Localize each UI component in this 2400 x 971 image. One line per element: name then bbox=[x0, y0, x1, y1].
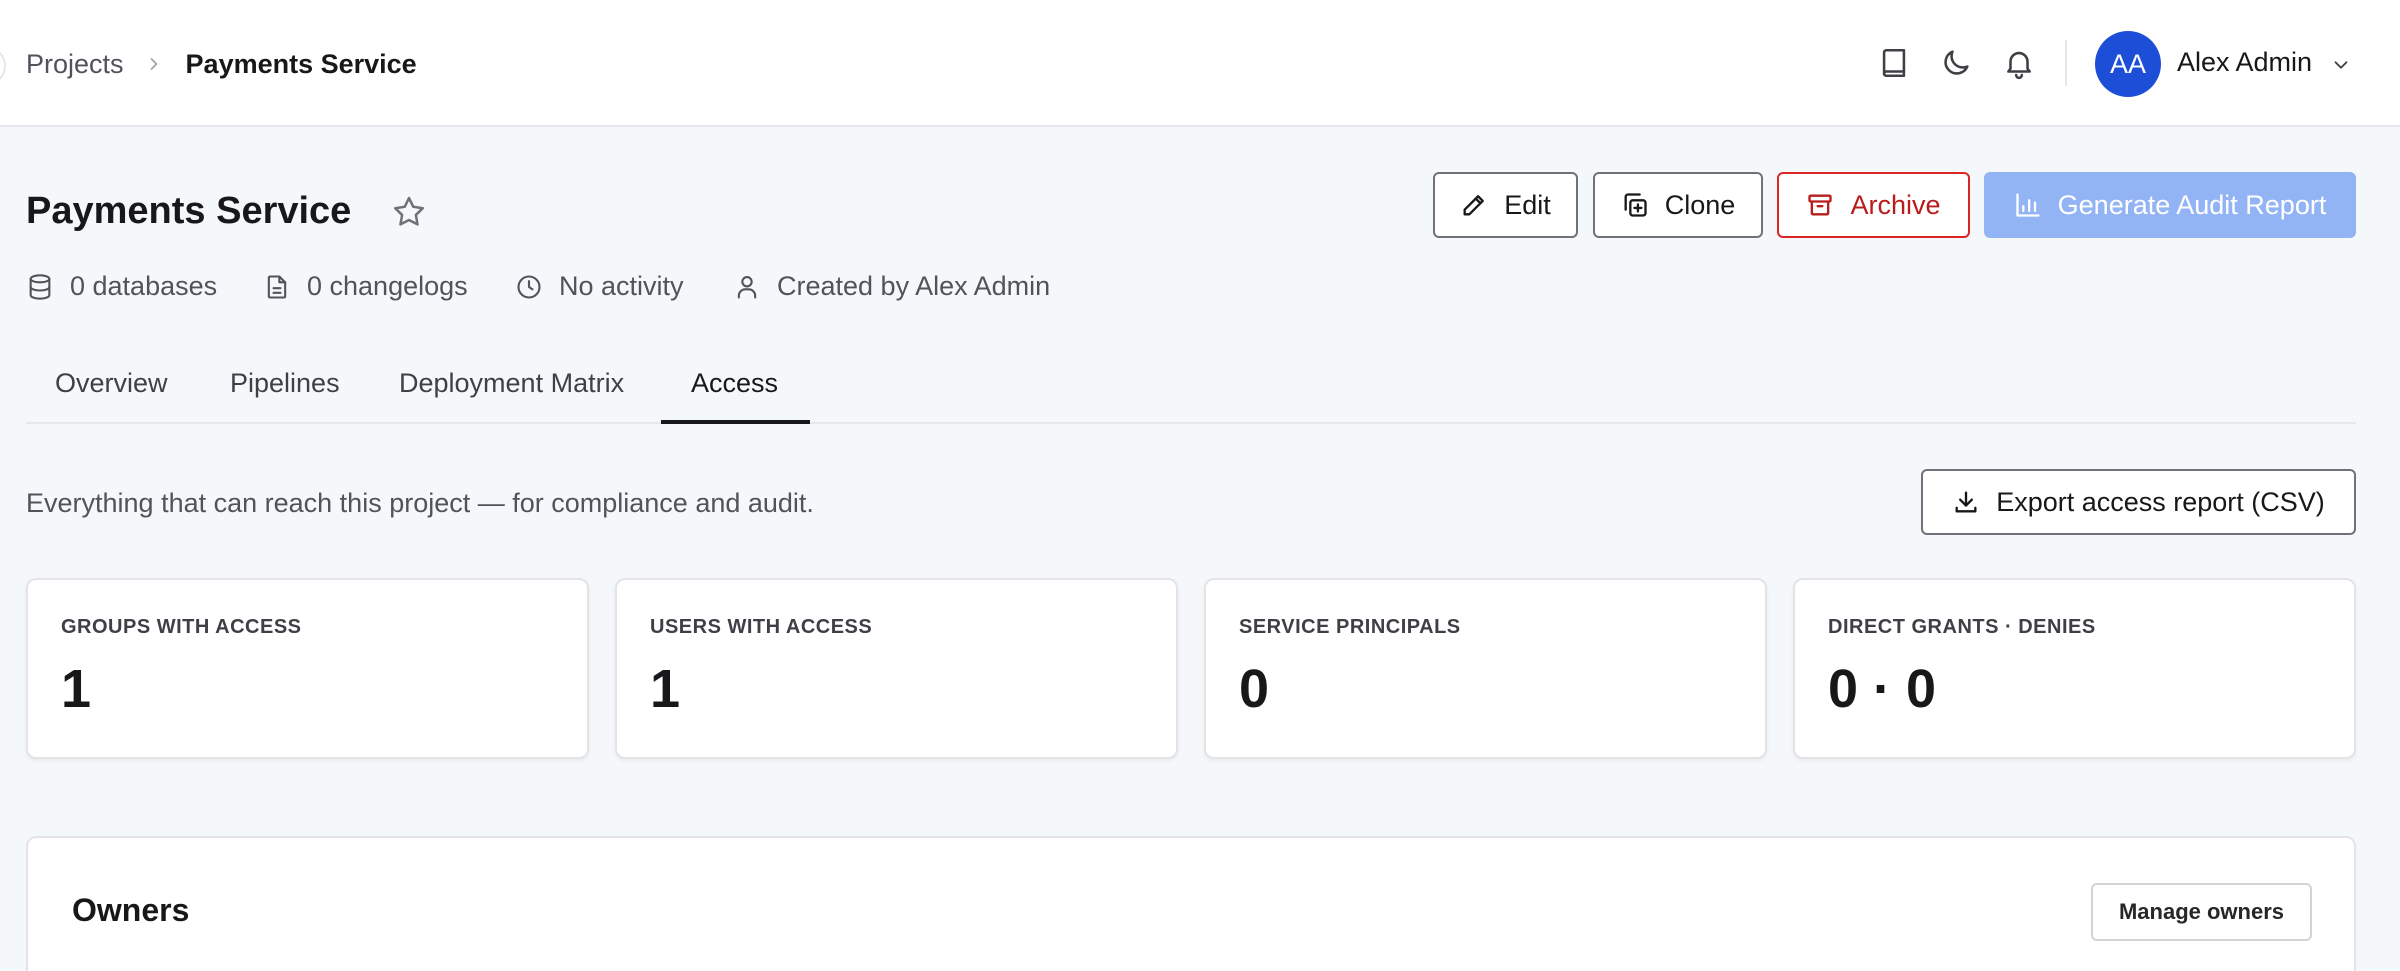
user-icon bbox=[737, 275, 757, 299]
pencil-icon bbox=[1463, 195, 1485, 216]
meta-databases: 0 databases bbox=[26, 271, 217, 302]
breadcrumb-projects-link[interactable]: Projects bbox=[26, 49, 124, 80]
stat-label: DIRECT GRANTS · DENIES bbox=[1828, 616, 2096, 638]
breadcrumb-current: Payments Service bbox=[185, 48, 417, 79]
moon-icon[interactable] bbox=[1939, 46, 1973, 80]
page-title: Payments Service bbox=[26, 190, 352, 232]
export-access-report-label: Export access report (CSV) bbox=[1996, 486, 2325, 517]
file-text-icon bbox=[267, 274, 287, 299]
star-icon[interactable] bbox=[390, 193, 428, 231]
generate-audit-report-button[interactable]: Generate Audit Report bbox=[1984, 172, 2356, 238]
stat-value: 0 · 0 bbox=[1828, 659, 1937, 719]
stat-value: 0 bbox=[1239, 659, 1270, 719]
clone-button[interactable]: Clone bbox=[1593, 172, 1763, 238]
avatar[interactable]: AA bbox=[2095, 31, 2161, 97]
tab-overview[interactable]: Overview bbox=[55, 368, 168, 399]
meta-created-by: Created by Alex Admin bbox=[733, 271, 1050, 302]
access-description: Everything that can reach this project —… bbox=[26, 488, 814, 518]
edit-button[interactable]: Edit bbox=[1433, 172, 1578, 238]
stat-card-groups: GROUPS WITH ACCESS 1 bbox=[26, 578, 589, 759]
stat-label: SERVICE PRINCIPALS bbox=[1239, 616, 1461, 638]
archive-button[interactable]: Archive bbox=[1777, 172, 1970, 238]
bar-chart-icon bbox=[2015, 193, 2040, 217]
owners-panel: Owners Manage owners bbox=[26, 836, 2356, 971]
tab-deployment-matrix[interactable]: Deployment Matrix bbox=[399, 368, 624, 399]
stat-card-direct-grants: DIRECT GRANTS · DENIES 0 · 0 bbox=[1793, 578, 2356, 759]
generate-audit-report-label: Generate Audit Report bbox=[2057, 189, 2327, 220]
clone-button-label: Clone bbox=[1664, 189, 1736, 220]
edit-button-label: Edit bbox=[1504, 189, 1551, 220]
manage-owners-button[interactable]: Manage owners bbox=[2091, 883, 2312, 941]
chevron-down-icon[interactable] bbox=[2330, 54, 2352, 76]
meta-activity: No activity bbox=[515, 271, 684, 302]
owners-title: Owners bbox=[72, 892, 190, 928]
chevron-right-icon bbox=[150, 58, 157, 70]
clock-icon bbox=[517, 274, 541, 299]
archive-button-label: Archive bbox=[1850, 189, 1941, 220]
stat-value: 1 bbox=[61, 659, 92, 719]
stat-label: GROUPS WITH ACCESS bbox=[61, 616, 302, 638]
bell-icon[interactable] bbox=[2002, 46, 2036, 80]
sidebar-toggle-handle[interactable] bbox=[0, 46, 6, 86]
database-icon bbox=[29, 273, 51, 300]
active-tab-indicator bbox=[661, 420, 810, 424]
download-icon bbox=[1955, 491, 1977, 513]
databases-count: 0 databases bbox=[70, 271, 218, 301]
stat-value: 1 bbox=[650, 659, 681, 719]
tabs-divider bbox=[26, 422, 2356, 424]
meta-changelogs: 0 changelogs bbox=[263, 271, 468, 302]
archive-icon bbox=[1808, 194, 1833, 216]
top-bar: Projects Payments Service AA Alex Admin bbox=[0, 0, 2400, 127]
copy-plus-icon bbox=[1624, 193, 1647, 217]
tab-pipelines[interactable]: Pipelines bbox=[230, 368, 340, 399]
breadcrumb: Projects Payments Service bbox=[26, 44, 417, 84]
created-by: Created by Alex Admin bbox=[777, 271, 1051, 301]
tab-access[interactable]: Access bbox=[691, 368, 778, 399]
stat-label: USERS WITH ACCESS bbox=[650, 616, 873, 638]
changelogs-count: 0 changelogs bbox=[307, 271, 468, 301]
header-divider bbox=[2065, 40, 2067, 86]
activity-status: No activity bbox=[559, 271, 684, 301]
user-menu-name[interactable]: Alex Admin bbox=[2177, 47, 2312, 78]
stat-card-users: USERS WITH ACCESS 1 bbox=[615, 578, 1178, 759]
export-access-report-button[interactable]: Export access report (CSV) bbox=[1921, 469, 2356, 535]
book-icon[interactable] bbox=[1877, 46, 1911, 80]
stat-card-service-principals: SERVICE PRINCIPALS 0 bbox=[1204, 578, 1767, 759]
